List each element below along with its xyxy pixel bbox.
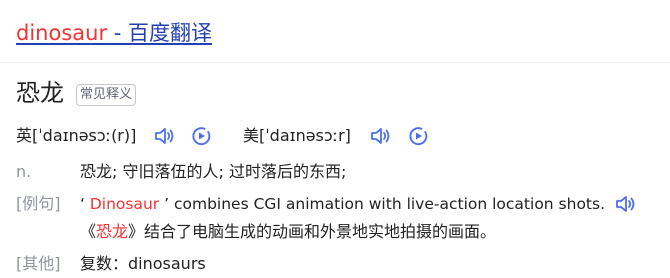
example-chinese: 《恐龙》结合了电脑生成的动画和外景地实地拍摄的画面。	[80, 220, 496, 244]
divider	[0, 62, 670, 63]
plural-form: 复数：dinosaurs	[80, 254, 206, 273]
example-english-rest: ’ combines CGI animation with live-actio…	[159, 195, 606, 213]
example-english: ‘ Dinosaur ’ combines CGI animation with…	[80, 192, 605, 216]
uk-speaker-icon[interactable]	[153, 125, 175, 147]
zh-open: 《	[80, 222, 97, 241]
example-highlight-zh: 恐龙	[96, 222, 129, 241]
uk-play-circle-icon[interactable]	[190, 125, 212, 147]
other-label: [其他]	[16, 254, 61, 273]
example-speaker-icon[interactable]	[614, 193, 636, 215]
us-label: 美	[243, 126, 260, 145]
title-suffix[interactable]: - 百度翻译	[107, 21, 212, 45]
definition-text: 恐龙; 守旧落伍的人; 过时落后的东西;	[80, 162, 347, 181]
uk-phonetic: [ˈdaɪnəsɔː(r)]	[32, 126, 137, 145]
title-link[interactable]: dinosaur - 百度翻译	[16, 18, 212, 48]
title-word[interactable]: dinosaur	[16, 21, 107, 45]
example-chinese-rest: 》结合了电脑生成的动画和外景地实地拍摄的画面。	[128, 222, 497, 241]
us-play-circle-icon[interactable]	[407, 125, 429, 147]
part-of-speech: n.	[16, 162, 32, 181]
headword: 恐龙	[16, 79, 64, 107]
common-meaning-badge: 常见释义	[76, 84, 137, 106]
quote-open: ‘	[80, 195, 90, 213]
example-highlight-en: Dinosaur	[89, 195, 160, 213]
uk-label: 英	[16, 126, 33, 145]
us-speaker-icon[interactable]	[369, 125, 391, 147]
uk-pronunciation: 英[ˈdaɪnəsɔː(r)]	[16, 124, 136, 148]
us-phonetic: [ˈdaɪnəsɔːr]	[259, 126, 351, 145]
example-label: [例句]	[16, 194, 61, 213]
us-pronunciation: 美[ˈdaɪnəsɔːr]	[243, 124, 351, 148]
